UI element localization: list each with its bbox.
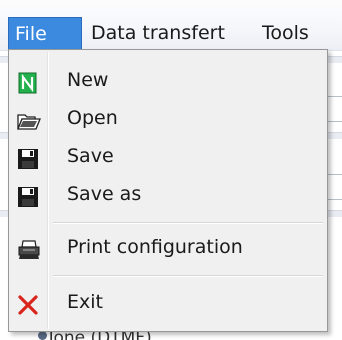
- printer-icon: [17, 237, 40, 259]
- application-window: er m Tone (DTMF) File Data transfert Too…: [0, 0, 342, 340]
- menu-item-save-label: Save: [67, 145, 114, 167]
- floppy-disk-icon: [17, 184, 39, 207]
- menu-item-open-label: Open: [67, 107, 118, 129]
- file-dropdown-menu: New Open Save Save as Print configuratio…: [8, 49, 328, 332]
- menu-item-open[interactable]: Open: [11, 100, 325, 136]
- menu-item-new[interactable]: New: [11, 62, 325, 98]
- menu-item-print-configuration[interactable]: Print configuration: [11, 229, 325, 265]
- menu-bar: File Data transfert Tools: [0, 0, 342, 51]
- menu-tools[interactable]: Tools: [253, 17, 318, 50]
- new-document-icon: [17, 70, 39, 94]
- menu-separator: [53, 275, 323, 277]
- red-x-icon: [17, 292, 39, 315]
- menu-item-save-as[interactable]: Save as: [11, 176, 325, 212]
- menu-item-save[interactable]: Save: [11, 138, 325, 174]
- floppy-disk-icon: [17, 146, 39, 169]
- menu-item-print-configuration-label: Print configuration: [67, 236, 243, 258]
- menu-item-save-as-label: Save as: [67, 183, 142, 205]
- menu-separator: [53, 222, 323, 224]
- menu-item-exit-label: Exit: [67, 291, 103, 313]
- menu-file[interactable]: File: [8, 17, 82, 50]
- open-folder-icon: [17, 108, 41, 130]
- menu-data-transfert[interactable]: Data transfert: [82, 17, 234, 50]
- menu-item-new-label: New: [67, 69, 109, 91]
- menu-item-exit[interactable]: Exit: [11, 284, 325, 320]
